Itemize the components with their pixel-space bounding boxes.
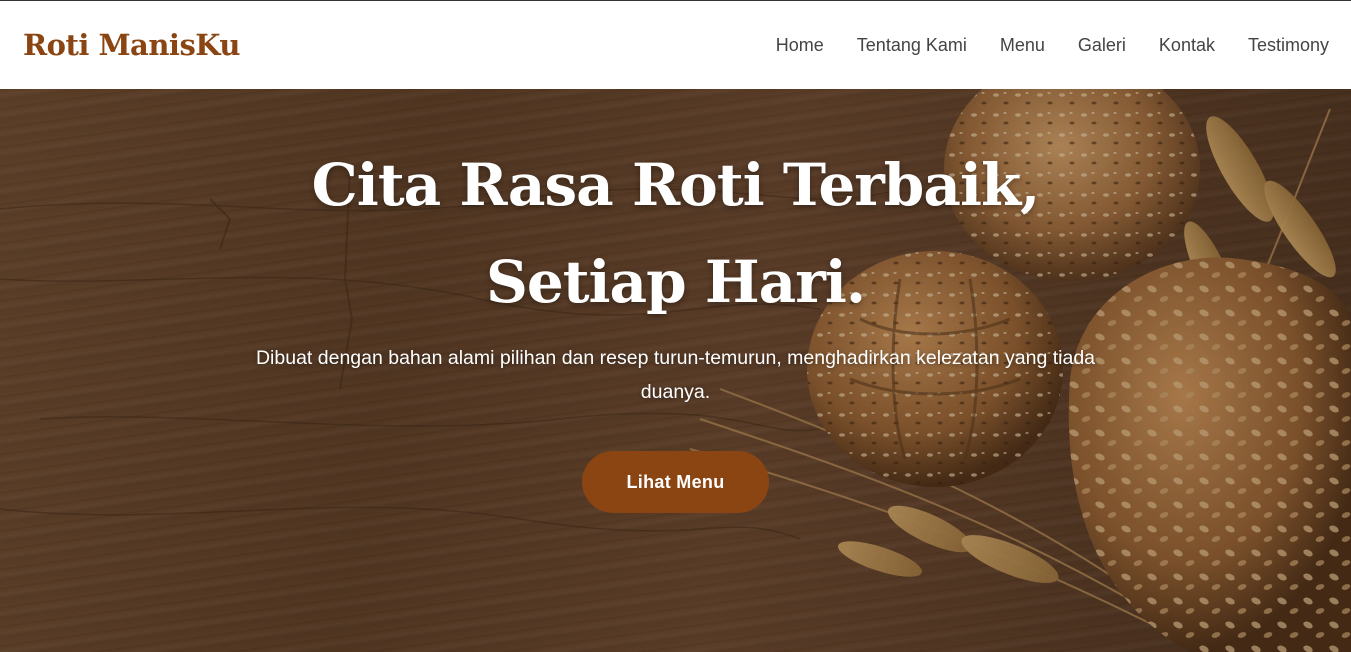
hero-title: Cita Rasa Roti Terbaik, Setiap Hari. (311, 151, 1041, 316)
navbar: Roti ManisKu Home Tentang Kami Menu Gale… (0, 0, 1351, 89)
nav-link-kontak[interactable]: Kontak (1159, 35, 1215, 56)
hero-content: Cita Rasa Roti Terbaik, Setiap Hari. Dib… (0, 89, 1351, 652)
nav-link-tentang-kami[interactable]: Tentang Kami (857, 35, 967, 56)
hero-subtitle: Dibuat dengan bahan alami pilihan dan re… (255, 347, 1096, 403)
lihat-menu-button[interactable]: Lihat Menu (582, 451, 769, 513)
brand-logo[interactable]: Roti ManisKu (23, 28, 240, 62)
nav-link-testimony[interactable]: Testimony (1248, 35, 1329, 56)
nav-link-galeri[interactable]: Galeri (1078, 35, 1126, 56)
nav-links: Home Tentang Kami Menu Galeri Kontak Tes… (776, 35, 1329, 56)
hero-section: Cita Rasa Roti Terbaik, Setiap Hari. Dib… (0, 89, 1351, 652)
nav-link-home[interactable]: Home (776, 35, 824, 56)
nav-link-menu[interactable]: Menu (1000, 35, 1045, 56)
